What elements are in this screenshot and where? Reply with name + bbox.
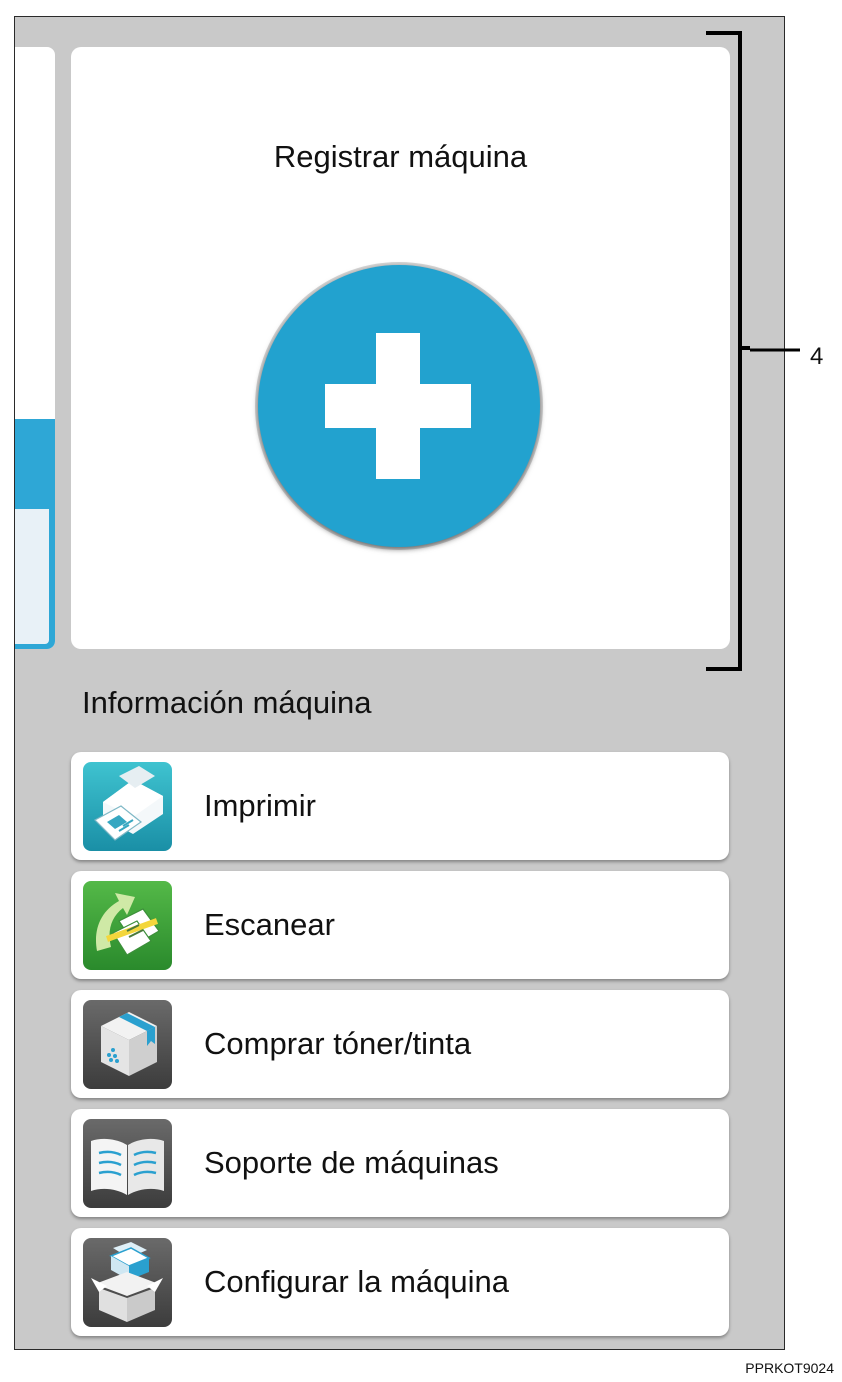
add-machine-button[interactable] xyxy=(258,265,540,547)
menu-item-label: Imprimir xyxy=(204,788,316,823)
annotation-leader-line xyxy=(750,348,800,352)
menu-item-label: Comprar tóner/tinta xyxy=(204,1026,472,1061)
app-screen: Registrar máquina Información máquina Im… xyxy=(14,16,785,1350)
menu-item-machine-support[interactable]: Soporte de máquinas xyxy=(71,1109,729,1217)
callout-number: 4 xyxy=(810,343,824,370)
scanner-icon xyxy=(83,881,172,970)
menu-item-label: Soporte de máquinas xyxy=(204,1145,499,1180)
menu-item-buy-toner[interactable]: Comprar tóner/tinta xyxy=(71,990,729,1098)
previous-card-highlight xyxy=(15,419,55,649)
register-machine-card[interactable]: Registrar máquina xyxy=(71,47,730,649)
plus-icon-vertical xyxy=(376,333,420,479)
register-machine-title: Registrar máquina xyxy=(273,139,528,174)
previous-machine-card[interactable] xyxy=(15,47,55,649)
toner-box-icon xyxy=(83,1000,172,1089)
previous-card-panel xyxy=(15,509,49,644)
printer-icon xyxy=(83,762,172,851)
menu-item-print[interactable]: Imprimir xyxy=(71,752,729,860)
manual-book-icon xyxy=(83,1119,172,1208)
menu-item-label: Escanear xyxy=(204,907,335,942)
machine-info-heading: Información máquina xyxy=(82,685,372,720)
annotation-bracket xyxy=(706,31,750,671)
menu-item-label: Configurar la máquina xyxy=(204,1264,510,1299)
figure-id: PPRKOT9024 xyxy=(745,1360,834,1376)
menu-item-setup-machine[interactable]: Configurar la máquina xyxy=(71,1228,729,1336)
setup-box-icon xyxy=(83,1238,172,1327)
menu-item-scan[interactable]: Escanear xyxy=(71,871,729,979)
